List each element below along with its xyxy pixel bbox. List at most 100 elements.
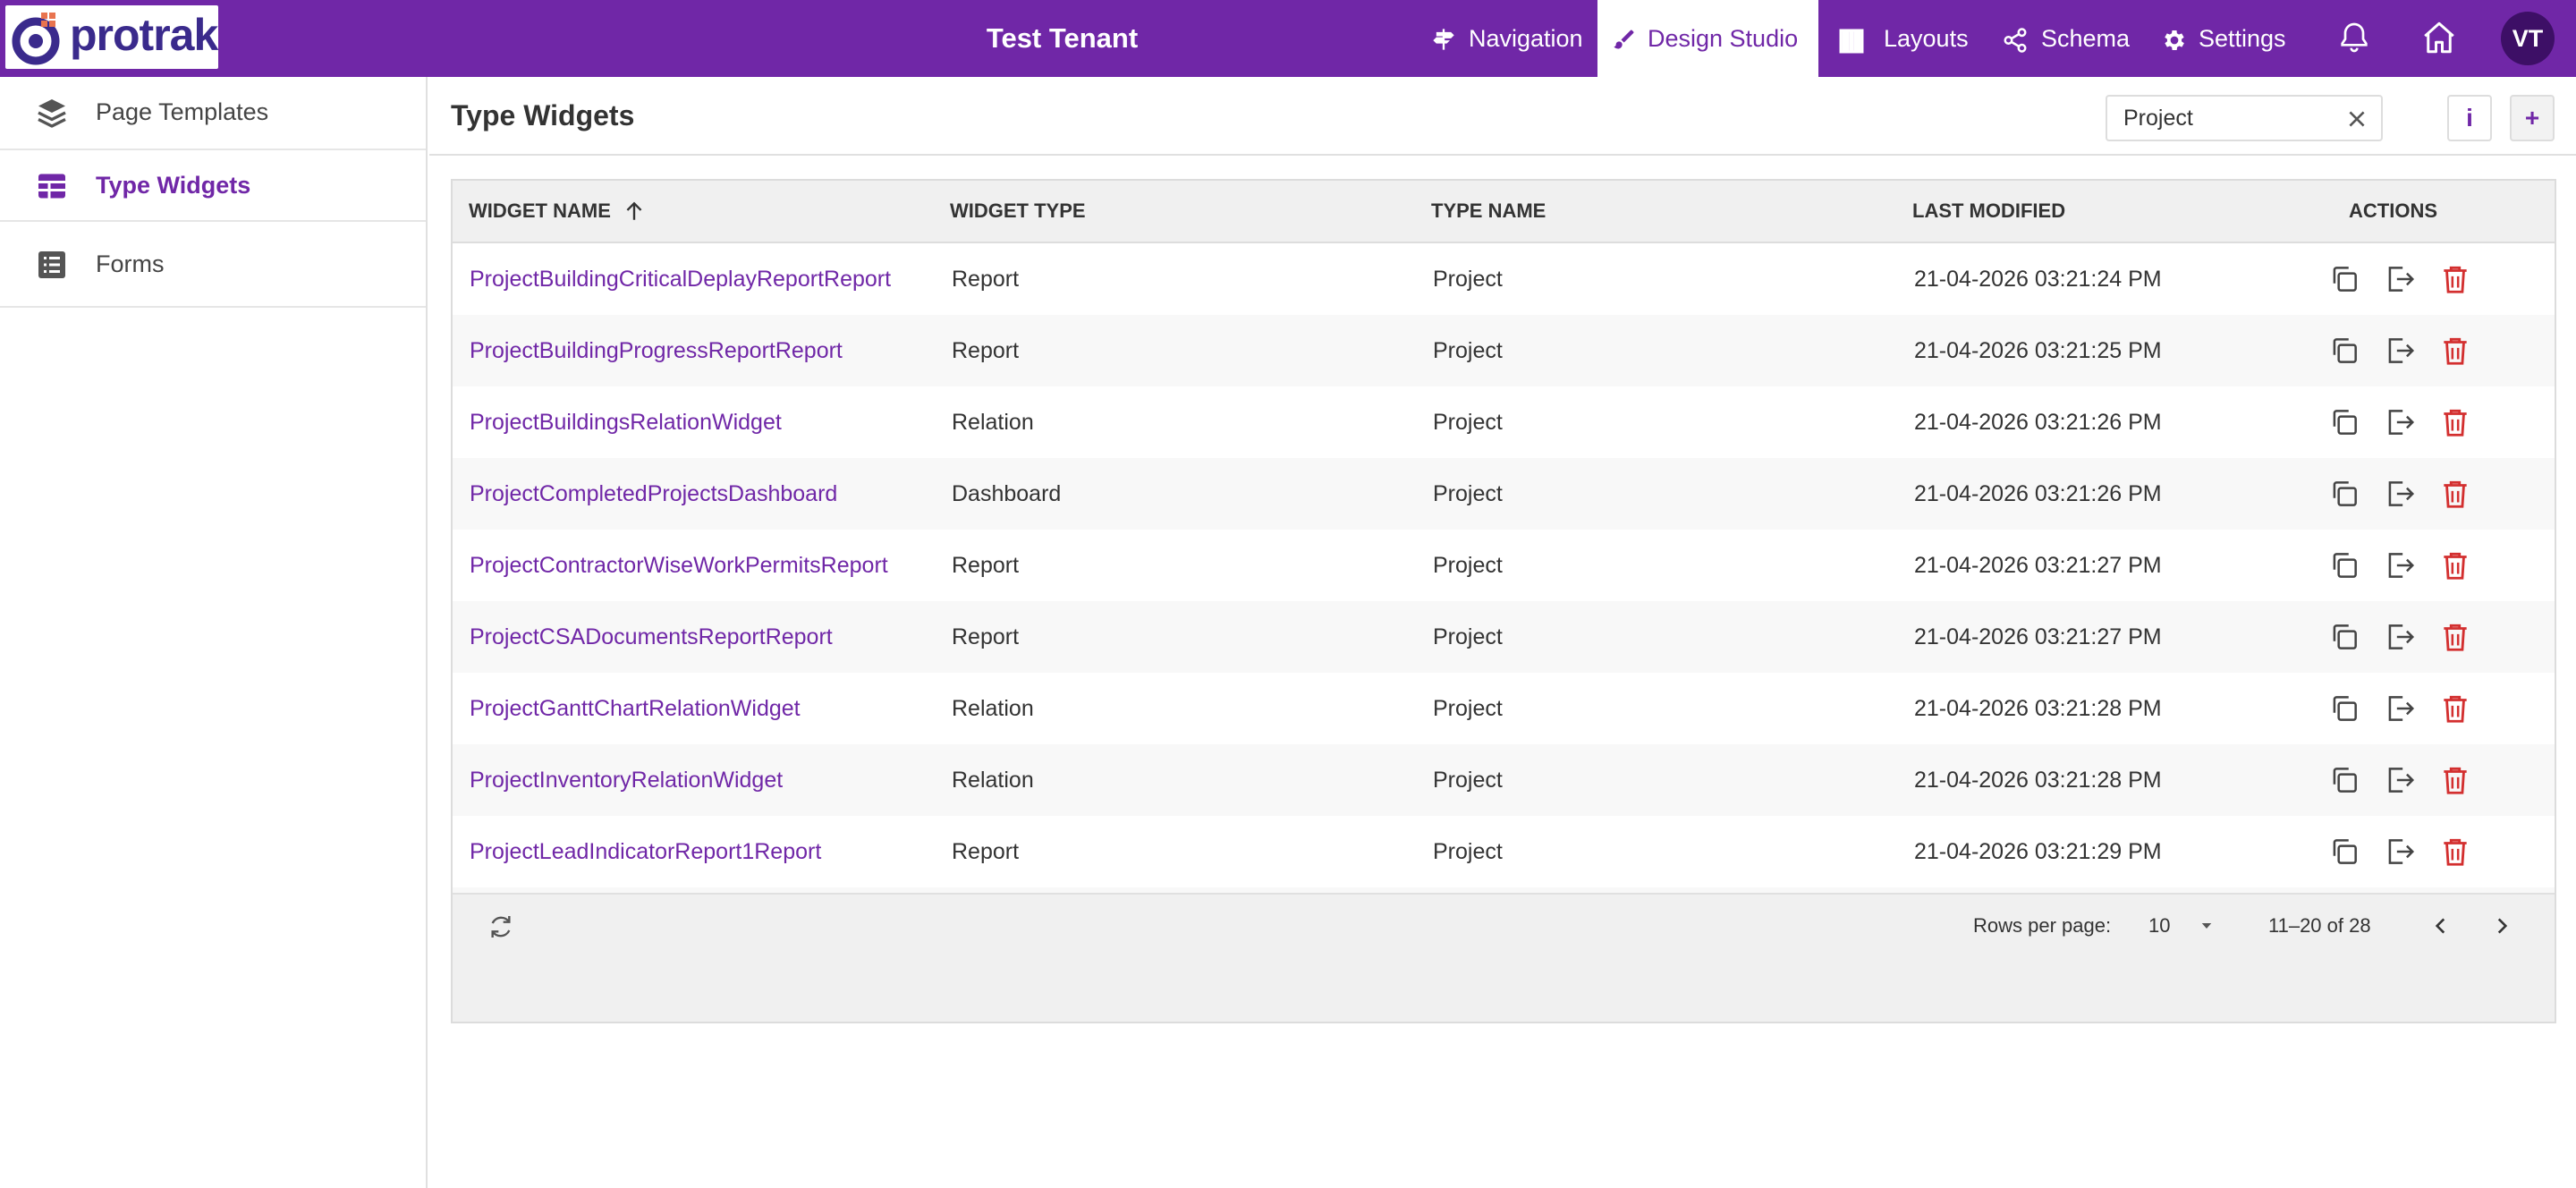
delete-icon	[2444, 480, 2467, 508]
widget-type-cell: Report	[952, 338, 1020, 363]
user-avatar[interactable]: VT	[2501, 12, 2555, 65]
widget-name-link[interactable]: ProjectBuildingCriticalDeplayReportRepor…	[470, 243, 891, 315]
sidebar-item-page-templates[interactable]: Page Templates	[0, 77, 426, 150]
widget-name-link[interactable]: ProjectLeadIndicatorReport1Report	[470, 816, 821, 887]
delete-button[interactable]	[2438, 405, 2472, 444]
widget-type-cell: Report	[952, 624, 1020, 649]
last-modified-cell: 21-04-2026 03:21:26 PM	[1914, 410, 2162, 435]
type-name-cell: Project	[1433, 624, 1503, 649]
rows-per-page-label: Rows per page:	[1973, 914, 2112, 937]
delete-icon	[2444, 337, 2467, 365]
nav-settings-label: Settings	[2199, 25, 2286, 52]
copy-button[interactable]	[2327, 835, 2361, 873]
copy-icon	[2333, 267, 2357, 292]
table-row: ProjectCompletedProjectsDashboard Dashboa…	[453, 458, 2555, 530]
copy-button[interactable]	[2327, 262, 2361, 301]
search-field[interactable]	[2106, 95, 2383, 141]
notifications-button[interactable]	[2336, 20, 2372, 60]
delete-button[interactable]	[2438, 477, 2472, 515]
copy-icon	[2333, 696, 2357, 721]
copy-icon	[2333, 410, 2357, 435]
copy-icon	[2333, 338, 2357, 363]
delete-button[interactable]	[2438, 620, 2472, 658]
widget-type-cell: Relation	[952, 768, 1034, 793]
share-icon	[2004, 28, 2027, 53]
table-row: ProjectContractorWiseWorkPermitsReport Re…	[453, 530, 2555, 601]
info-button[interactable]: i	[2447, 95, 2492, 141]
widget-name-link[interactable]: ProjectCSADocumentsReportReport	[470, 601, 833, 673]
widget-type-cell: Dashboard	[952, 481, 1062, 506]
table-row: ProjectGanttChartRelationWidget Relation P…	[453, 673, 2555, 744]
sidebar-item-forms[interactable]: Forms	[0, 222, 426, 308]
copy-button[interactable]	[2327, 548, 2361, 587]
table-row: ProjectBuildingsRelationWidget Relation Pr…	[453, 386, 2555, 458]
export-button[interactable]	[2383, 262, 2417, 301]
logo-text: protrak	[70, 10, 218, 60]
copy-button[interactable]	[2327, 334, 2361, 372]
home-button[interactable]	[2420, 19, 2458, 61]
sidebar-item-type-widgets[interactable]: Type Widgets	[0, 150, 426, 222]
export-button[interactable]	[2383, 548, 2417, 587]
type-name-cell: Project	[1433, 410, 1503, 435]
last-modified-cell: 21-04-2026 03:21:28 PM	[1914, 768, 2162, 793]
last-modified-cell: 21-04-2026 03:21:27 PM	[1914, 624, 2162, 649]
column-header-widget-type[interactable]: WIDGET TYPE	[950, 181, 1086, 242]
clear-icon[interactable]	[2345, 107, 2368, 131]
gear-icon	[2165, 30, 2184, 50]
nav-layouts[interactable]: Layouts	[1837, 0, 1980, 77]
export-button[interactable]	[2383, 835, 2417, 873]
copy-button[interactable]	[2327, 477, 2361, 515]
table-row: ProjectBuildingCriticalDeplayReportRepor…	[453, 243, 2555, 315]
widget-name-link[interactable]: ProjectBuildingsRelationWidget	[470, 386, 782, 458]
widget-name-link[interactable]: ProjectGanttChartRelationWidget	[470, 673, 801, 744]
export-button[interactable]	[2383, 405, 2417, 444]
nav-settings[interactable]: Settings	[2161, 0, 2295, 77]
column-header-type-name[interactable]: TYPE NAME	[1431, 181, 1546, 242]
delete-button[interactable]	[2438, 763, 2472, 802]
delete-icon	[2444, 838, 2467, 866]
copy-button[interactable]	[2327, 620, 2361, 658]
nav-navigation[interactable]: Navigation	[1428, 0, 1590, 77]
sort-ascending-icon[interactable]	[623, 199, 646, 224]
widget-name-link[interactable]: ProjectContractorWiseWorkPermitsReport	[470, 530, 888, 601]
widget-type-cell: Relation	[952, 696, 1034, 721]
content-header: Type Widgets i +	[429, 77, 2576, 156]
type-name-cell: Project	[1433, 696, 1503, 721]
widget-name-link[interactable]: ProjectInventoryRelationWidget	[470, 744, 783, 816]
copy-icon	[2333, 553, 2357, 578]
next-page-icon[interactable]	[2490, 914, 2513, 938]
layout-icon	[1839, 29, 1864, 54]
rows-per-page-select[interactable]: 10	[2148, 895, 2220, 957]
delete-button[interactable]	[2438, 262, 2472, 301]
copy-button[interactable]	[2327, 405, 2361, 444]
nav-design-studio[interactable]: Design Studio	[1597, 0, 1818, 77]
previous-page-icon[interactable]	[2429, 914, 2453, 938]
refresh-icon[interactable]	[487, 912, 515, 941]
export-button[interactable]	[2383, 692, 2417, 730]
export-icon	[2388, 553, 2415, 578]
column-header-last-modified[interactable]: LAST MODIFIED	[1912, 181, 2065, 242]
type-name-cell: Project	[1433, 839, 1503, 864]
table-row: ProjectLeadIndicatorReport1Report Report P…	[453, 816, 2555, 887]
nav-schema[interactable]: Schema	[2002, 0, 2136, 77]
search-input[interactable]	[2123, 97, 2338, 140]
export-button[interactable]	[2383, 763, 2417, 802]
copy-button[interactable]	[2327, 692, 2361, 730]
delete-button[interactable]	[2438, 692, 2472, 730]
last-modified-cell: 21-04-2026 03:21:29 PM	[1914, 839, 2162, 864]
export-button[interactable]	[2383, 477, 2417, 515]
delete-icon	[2444, 624, 2467, 651]
delete-button[interactable]	[2438, 835, 2472, 873]
delete-button[interactable]	[2438, 548, 2472, 587]
export-button[interactable]	[2383, 620, 2417, 658]
delete-button[interactable]	[2438, 334, 2472, 372]
table-row: ProjectCSADocumentsReportReport Report Pro…	[453, 601, 2555, 673]
export-button[interactable]	[2383, 334, 2417, 372]
column-header-widget-name[interactable]: WIDGET NAME	[469, 181, 611, 242]
widget-type-cell: Report	[952, 553, 1020, 578]
widget-name-link[interactable]: ProjectCompletedProjectsDashboard	[470, 458, 837, 530]
protrak-logo[interactable]: protrak	[5, 5, 218, 69]
widget-name-link[interactable]: ProjectBuildingProgressReportReport	[470, 315, 843, 386]
add-button[interactable]: +	[2510, 95, 2555, 141]
copy-button[interactable]	[2327, 763, 2361, 802]
